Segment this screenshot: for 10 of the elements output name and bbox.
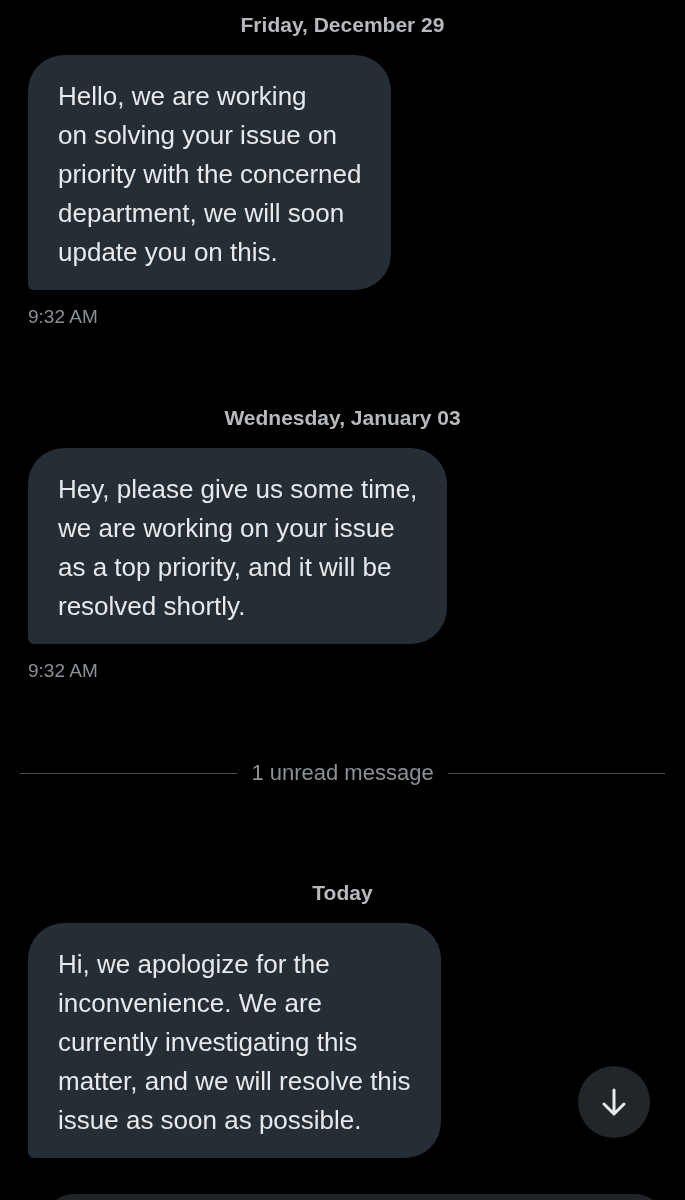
message-time: 9:32 AM — [28, 660, 98, 682]
message-time: 9:32 AM — [28, 306, 98, 328]
date-separator: Wednesday, January 03 — [224, 406, 461, 430]
message-bubble: Hello, we are working on solving your issue on priority with the concerned department, we will soon update you on this. — [28, 55, 392, 290]
date-separator: Friday, December 29 — [240, 13, 445, 37]
unread-divider-label: 1 unread message — [251, 760, 434, 786]
message-bubble: Hey, please give us some time, we are working on your issue as a top priority, and it will be resolved shortly. — [28, 448, 448, 644]
date-separator: Today — [312, 881, 373, 905]
arrow-down-icon — [601, 1087, 627, 1117]
message-bubble: Hi, we apologize for the inconvenience. We are currently investigating this matter, and we will resolve this issue as soon as possible. — [28, 923, 441, 1158]
